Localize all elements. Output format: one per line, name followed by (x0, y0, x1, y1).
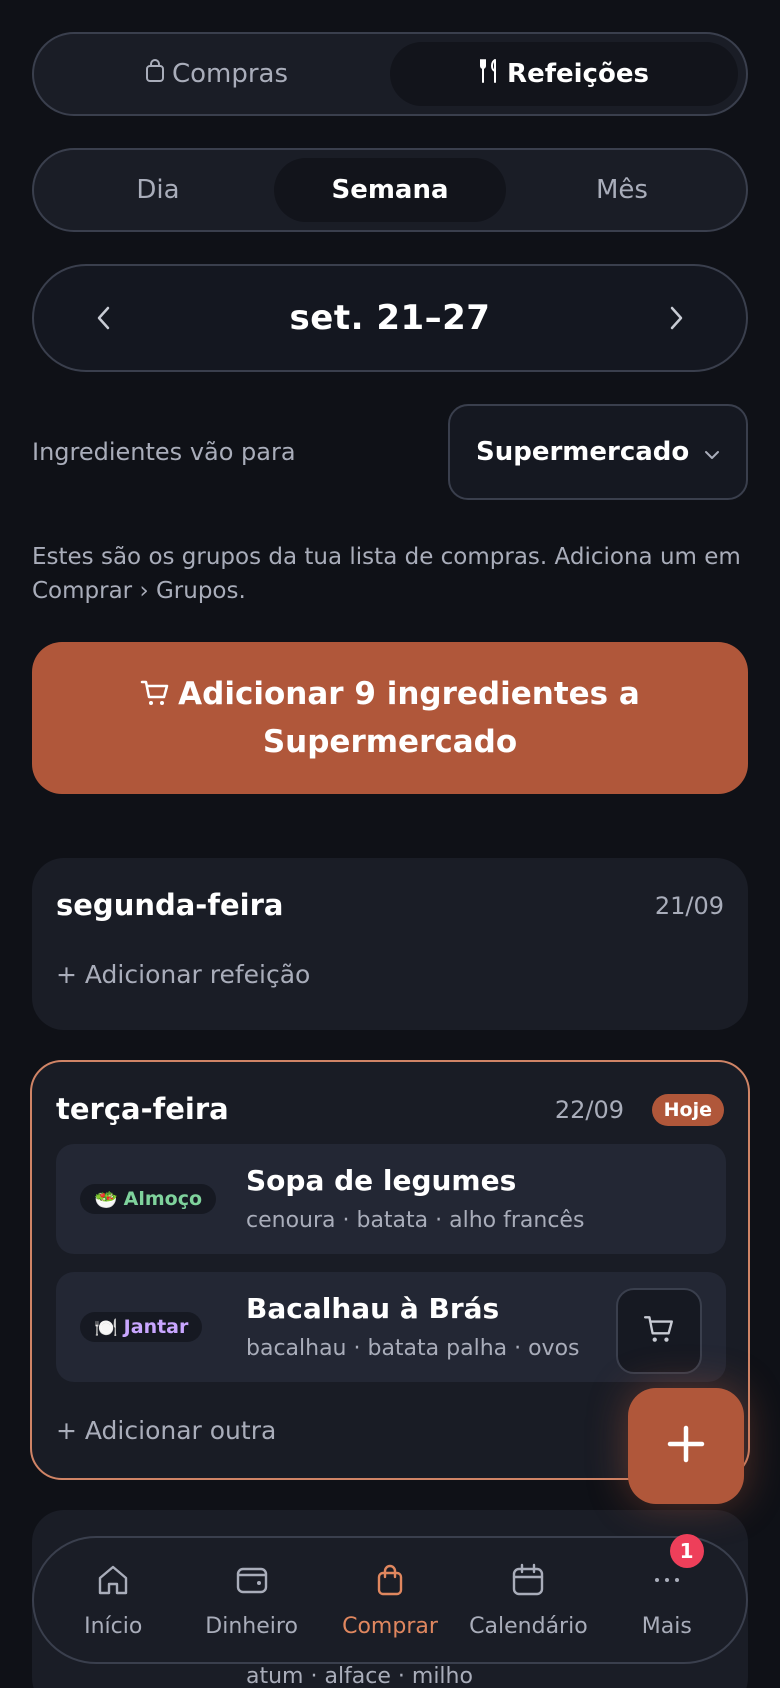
add-to-cart-button[interactable] (616, 1288, 702, 1374)
week-range: set. 21–27 (289, 298, 491, 338)
chevron-right-icon[interactable] (656, 298, 696, 338)
period-month[interactable]: Mês (506, 158, 738, 222)
bag-icon (144, 58, 166, 90)
tab-label: Comprar (342, 1613, 438, 1639)
add-other-meal-button[interactable]: + Adicionar outra (56, 1416, 276, 1445)
period-day[interactable]: Dia (42, 158, 274, 222)
destination-value: Supermercado (476, 437, 690, 467)
add-meal-button[interactable]: + Adicionar refeição (56, 960, 310, 989)
wallet-icon (234, 1562, 270, 1604)
tab-label: Calendário (469, 1613, 588, 1639)
tab-dinheiro[interactable]: Dinheiro (182, 1562, 320, 1639)
meal-item[interactable]: 🍽️ Jantar Bacalhau à Brás bacalhau · bat… (56, 1272, 726, 1382)
bag-icon (372, 1562, 408, 1604)
tab-label: Dinheiro (205, 1613, 298, 1639)
plus-icon (666, 1424, 706, 1468)
tab-label: Mais (641, 1613, 692, 1639)
meal-ingredients: cenoura · batata · alho francês (246, 1208, 585, 1233)
period-switch: Dia Semana Mês (32, 148, 748, 232)
meal-tag-dinner: 🍽️ Jantar (80, 1312, 203, 1342)
tab-label: Início (84, 1613, 143, 1639)
meal-ingredients: bacalhau · batata palha · ovos (246, 1336, 580, 1361)
tab-comprar[interactable]: Comprar (321, 1562, 459, 1639)
cta-text: Adicionar 9 ingredientes a Supermercado (92, 672, 688, 764)
cart-icon (643, 1313, 675, 1349)
meal-tag-label: Almoço (123, 1188, 203, 1210)
day-date: 22/09 (554, 1096, 624, 1124)
chevron-left-icon[interactable] (84, 298, 124, 338)
tab-refeicoes[interactable]: Refeições (390, 42, 738, 106)
more-icon (649, 1562, 685, 1604)
cart-icon (140, 676, 170, 720)
week-navigator: set. 21–27 (32, 264, 748, 372)
meal-tag-label: Jantar (123, 1316, 189, 1338)
tab-compras-label: Compras (171, 59, 289, 89)
add-fab-button[interactable] (628, 1388, 744, 1504)
bottom-tabbar: Início Dinheiro Comprar Calendário 1 Mai… (32, 1533, 748, 1664)
meal-tag-lunch: 🥗 Almoço (80, 1184, 217, 1214)
day-date: 21/09 (654, 892, 724, 920)
groups-hint: Estes são os grupos da tua lista de comp… (32, 544, 741, 604)
add-ingredients-button[interactable]: Adicionar 9 ingredientes a Supermercado (32, 642, 748, 794)
day-name: terça-feira (56, 1092, 229, 1126)
salad-icon: 🥗 (94, 1188, 118, 1211)
plate-icon: 🍽️ (94, 1316, 118, 1339)
cta-label: Adicionar 9 ingredientes a Supermercado (178, 676, 640, 760)
calendar-icon (510, 1562, 546, 1604)
period-week[interactable]: Semana (274, 158, 506, 222)
mode-switch: Compras Refeições (32, 32, 748, 116)
tab-compras[interactable]: Compras (42, 42, 390, 106)
today-badge: Hoje (651, 1094, 724, 1126)
day-name: segunda-feira (56, 888, 284, 922)
meal-title: Sopa de legumes (246, 1164, 517, 1197)
notification-badge: 1 (669, 1533, 704, 1568)
tab-mais[interactable]: 1 Mais (598, 1533, 736, 1639)
chevron-down-icon (704, 437, 720, 467)
meal-ingredients: atum · alface · milho (246, 1664, 473, 1688)
home-icon (95, 1562, 131, 1604)
meal-item[interactable]: 🥗 Almoço Sopa de legumes cenoura · batat… (56, 1144, 726, 1254)
utensils-icon (479, 58, 501, 91)
tab-refeicoes-label: Refeições (507, 59, 649, 89)
destination-label: Ingredientes vão para (32, 438, 296, 466)
destination-select[interactable]: Supermercado (448, 404, 748, 500)
day-card: segunda-feira 21/09 + Adicionar refeição (32, 858, 748, 1030)
tab-inicio[interactable]: Início (44, 1562, 182, 1639)
tab-calendario[interactable]: Calendário (459, 1562, 597, 1639)
meal-title: Bacalhau à Brás (246, 1292, 500, 1325)
